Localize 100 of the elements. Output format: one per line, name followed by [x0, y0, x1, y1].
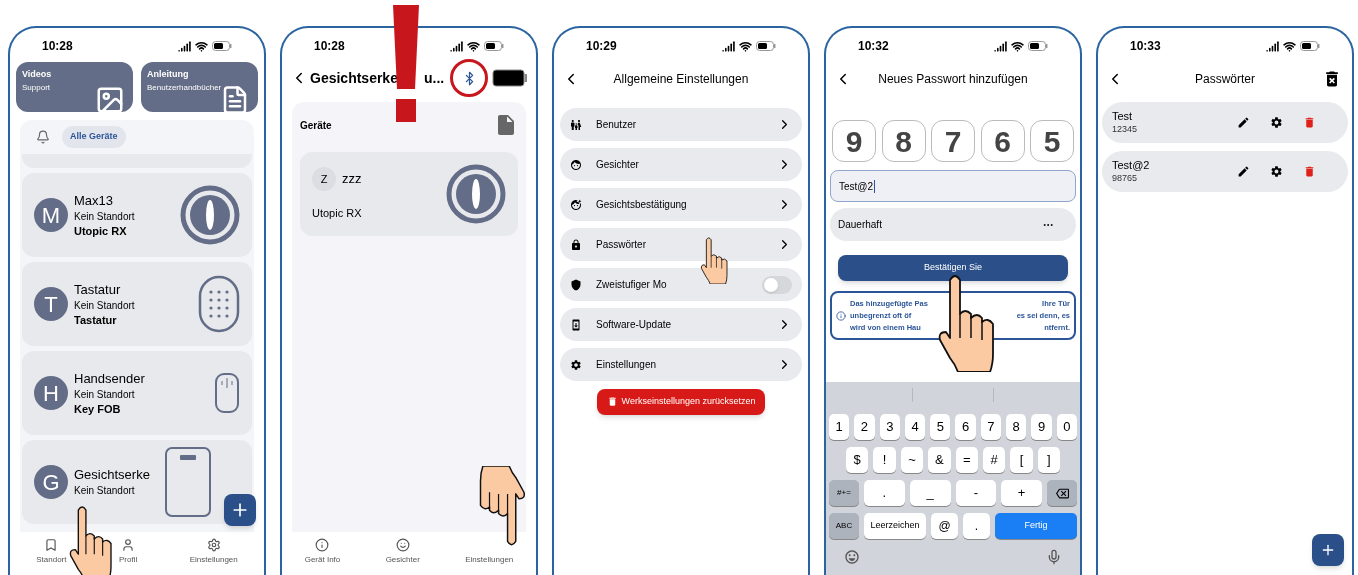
password-row[interactable]: Test 12345	[1102, 102, 1348, 143]
avatar-initial: G	[34, 465, 68, 499]
status-time: 10:32	[858, 38, 889, 55]
settings-row[interactable]: Gesichter	[560, 148, 802, 181]
settings-row[interactable]: Gesichtsbestätigung	[560, 188, 802, 221]
keyboard-key[interactable]: 4	[904, 414, 926, 440]
nav-tab[interactable]: Einstellungen	[189, 538, 238, 566]
signal-icon	[994, 39, 1007, 53]
add-button[interactable]	[224, 494, 256, 526]
keyboard-key[interactable]: 6	[955, 414, 976, 440]
digit-box: 7	[931, 120, 975, 162]
delete-icon[interactable]	[1303, 116, 1316, 129]
screen-title: Neues Passwort hinzufügen	[878, 71, 1028, 88]
nav-tab[interactable]: Profil	[118, 538, 138, 566]
shield-icon	[570, 278, 582, 291]
wifi-icon	[739, 39, 752, 53]
backspace-key[interactable]	[1047, 480, 1077, 506]
toggle-switch[interactable]	[762, 275, 792, 294]
battery-icon	[756, 41, 776, 51]
shortcut-tile[interactable]: Anleitung Benutzerhandbücher	[141, 62, 258, 112]
keyboard-key[interactable]: #	[982, 447, 1006, 473]
delete-icon[interactable]	[1303, 165, 1316, 178]
shortcut-tile[interactable]: Videos Support	[16, 62, 133, 112]
keyboard-key[interactable]: .	[963, 513, 990, 539]
face-sparkle-icon	[570, 198, 582, 211]
bell-icon[interactable]	[36, 130, 50, 144]
settings-icon[interactable]	[1270, 165, 1283, 178]
digit-box: 8	[881, 120, 926, 162]
avatar-initial: M	[34, 198, 68, 232]
settings-row[interactable]: Benutzer	[560, 108, 802, 141]
keyboard-key[interactable]: _	[909, 480, 951, 506]
keyboard-key[interactable]: ]	[1037, 447, 1060, 473]
keyboard-key[interactable]: 3	[879, 414, 900, 440]
nav-tab[interactable]: Gesichter	[385, 538, 420, 566]
device-card[interactable]: T Tastatur Kein Standort Tastatur	[22, 262, 252, 346]
duration-field[interactable]: Dauerhaft	[830, 208, 1076, 241]
settings-row[interactable]: Passwörter	[560, 228, 802, 261]
keyboard-key[interactable]: #+=	[829, 480, 859, 506]
battery-icon	[484, 41, 504, 51]
keyboard-key[interactable]: ABC	[829, 513, 859, 539]
avatar-initial: Z	[312, 166, 336, 191]
signal-icon	[1266, 39, 1279, 53]
keyboard-key[interactable]: 2	[854, 414, 875, 440]
wifi-icon	[1283, 39, 1296, 53]
settings-label: Software-Update	[596, 318, 672, 332]
nav-tab[interactable]: Gerät Info	[304, 538, 341, 566]
device-card[interactable]: G Gesichtserke Kein Standort	[22, 440, 252, 524]
pointing-hand-icon	[700, 236, 730, 284]
keyboard-key[interactable]: @	[931, 513, 958, 539]
keyboard-key[interactable]: 8	[1006, 414, 1027, 440]
signal-icon	[722, 39, 735, 53]
keyboard-key[interactable]: 1	[829, 414, 850, 440]
keypad-drawing	[198, 275, 240, 333]
section-heading: Geräte	[300, 118, 332, 133]
settings-row[interactable]: Einstellungen	[560, 348, 802, 381]
microphone-icon[interactable]	[1046, 549, 1062, 565]
device-location: Kein Standort	[74, 387, 136, 402]
confirm-button[interactable]: Bestätigen Sie	[838, 255, 1068, 281]
screen-title: Passwörter	[1195, 71, 1255, 88]
keyboard-key[interactable]: -	[955, 480, 997, 506]
nav-tab[interactable]: Standort	[36, 538, 67, 566]
settings-row[interactable]: Software-Update	[560, 308, 802, 341]
password-row[interactable]: Test@2 98765	[1102, 151, 1348, 192]
settings-icon[interactable]	[1270, 116, 1283, 129]
keyboard-key[interactable]: ~	[900, 447, 924, 473]
avatar-initial: H	[34, 376, 68, 410]
device-name: Handsender	[74, 369, 145, 387]
device-card[interactable]: H Handsender Kein Standort Key FOB	[22, 351, 252, 435]
keyboard-key[interactable]: .	[864, 480, 905, 506]
keyboard-key[interactable]: $	[846, 447, 869, 473]
keyboard-key[interactable]: +	[1001, 480, 1042, 506]
settings-label: Zweistufiger Mo	[596, 278, 667, 292]
reset-button[interactable]: Werkseinstellungen zurücksetzen	[596, 389, 766, 415]
keyboard-key[interactable]: [	[1010, 447, 1033, 473]
space-key[interactable]: Leerzeichen	[864, 513, 926, 539]
add-button[interactable]	[1312, 534, 1344, 566]
settings-label: Passwörter	[596, 238, 646, 252]
done-key[interactable]: Fertig	[995, 513, 1077, 539]
keyboard-key[interactable]: 5	[930, 414, 951, 440]
name-input[interactable]: Test@2	[830, 170, 1076, 202]
filter-chip[interactable]: Alle Geräte	[62, 126, 126, 148]
device-card[interactable]: M Max13 Kein Standort Utopic RX	[22, 173, 252, 257]
keyboard-key[interactable]: 0	[1056, 414, 1077, 440]
keyboard-key[interactable]: 7	[980, 414, 1002, 440]
avatar-initial: T	[34, 287, 68, 321]
edit-icon[interactable]	[1237, 165, 1250, 178]
nav-tab[interactable]: Einstellungen	[465, 538, 514, 566]
face-icon	[570, 158, 582, 171]
device-location: Kein Standort	[74, 484, 136, 498]
plus-icon	[1320, 542, 1336, 558]
status-time: 10:33	[1130, 38, 1161, 55]
settings-row[interactable]: Zweistufiger Mo	[560, 268, 802, 301]
keyboard-key[interactable]: &	[928, 447, 951, 473]
keyboard-key[interactable]: =	[955, 447, 978, 473]
password-name: Test@2	[1112, 159, 1150, 172]
keyboard-key[interactable]: 9	[1031, 414, 1052, 440]
edit-icon[interactable]	[1237, 116, 1250, 129]
emoji-icon[interactable]	[844, 549, 860, 565]
device-card[interactable]: Z zzz Utopic RX	[300, 152, 518, 236]
keyboard-key[interactable]: !	[873, 447, 896, 473]
